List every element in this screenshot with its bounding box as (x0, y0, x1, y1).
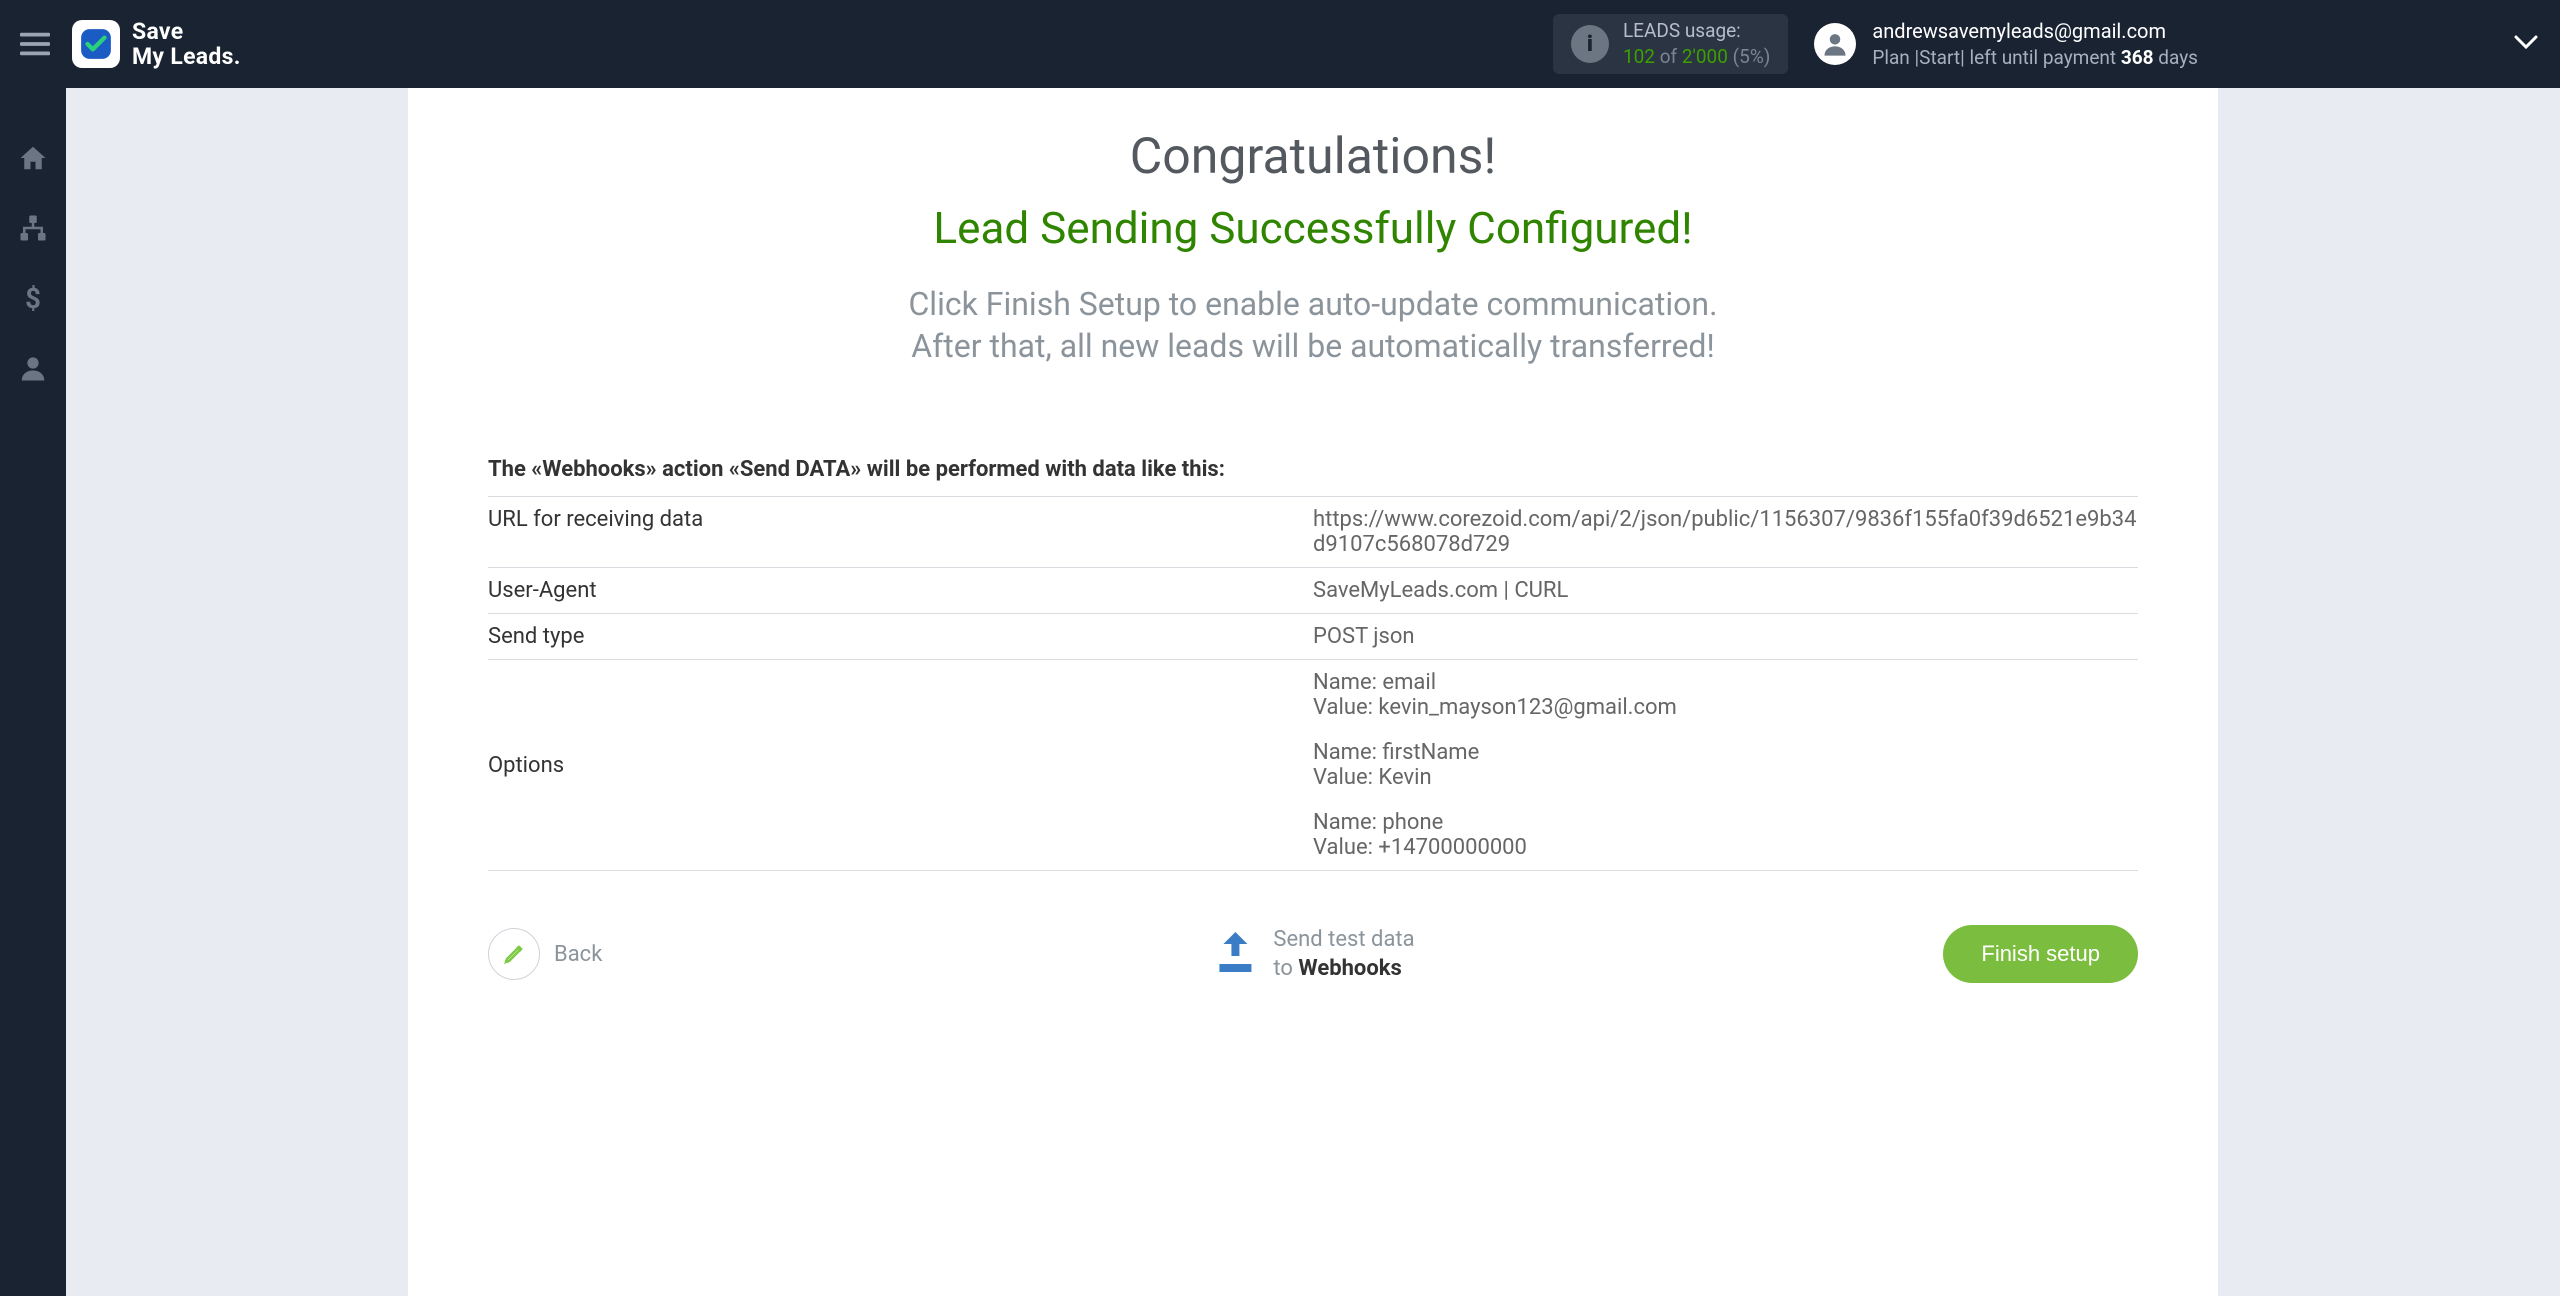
row-url-value: https://www.corezoid.com/api/2/json/publ… (1313, 507, 2138, 557)
back-button[interactable]: Back (488, 928, 602, 980)
pencil-icon (502, 942, 526, 966)
option-pair: Name: firstName Value: Kevin (1313, 740, 2138, 790)
app-logo[interactable]: Save My Leads. (72, 19, 241, 70)
sidebar-item-billing[interactable]: $ (13, 278, 53, 318)
main-area: Congratulations! Lead Sending Successful… (66, 88, 2560, 1296)
account-label: andrewsavemyleads@gmail.com Plan |Start|… (1872, 18, 2198, 69)
row-options: Options Name: email Value: kevin_mayson1… (488, 660, 2138, 871)
logo-icon (72, 20, 120, 68)
option-pair: Name: phone Value: +14700000000 (1313, 810, 2138, 860)
page-description: Click Finish Setup to enable auto-update… (488, 284, 2138, 367)
home-icon (18, 143, 48, 173)
row-url: URL for receiving data https://www.corez… (488, 497, 2138, 568)
avatar-icon (1814, 23, 1856, 65)
hamburger-icon (20, 32, 50, 56)
svg-text:$: $ (25, 283, 41, 313)
account-chevron (2214, 34, 2538, 54)
user-icon (18, 353, 48, 383)
data-preview-heading: The «Webhooks» action «Send DATA» will b… (488, 457, 2138, 497)
account-menu[interactable]: andrewsavemyleads@gmail.com Plan |Start|… (1814, 18, 2538, 69)
send-test-label: Send test data to Webhooks (1273, 925, 1414, 984)
row-ua-label: User-Agent (488, 578, 1313, 603)
page-subtitle-success: Lead Sending Successfully Configured! (488, 202, 2138, 254)
info-icon: i (1571, 25, 1609, 63)
row-sendtype-value: POST json (1313, 624, 2138, 649)
sidebar-item-connections[interactable] (13, 208, 53, 248)
topbar: Save My Leads. i LEADS usage: 102 of 2'0… (0, 0, 2560, 88)
leads-usage-text: LEADS usage: 102 of 2'000 (5%) (1623, 18, 1770, 69)
logo-text: Save My Leads. (132, 19, 241, 70)
page-title: Congratulations! (488, 128, 2138, 186)
row-send-type: Send type POST json (488, 614, 2138, 660)
sitemap-icon (18, 213, 48, 243)
menu-hamburger-button[interactable] (10, 19, 60, 69)
row-ua-value: SaveMyLeads.com | CURL (1313, 578, 2138, 603)
row-sendtype-label: Send type (488, 624, 1313, 649)
upload-icon (1211, 928, 1259, 980)
leads-usage-box[interactable]: i LEADS usage: 102 of 2'000 (5%) (1553, 14, 1788, 74)
dollar-icon: $ (18, 283, 48, 313)
row-options-value: Name: email Value: kevin_mayson123@gmail… (1313, 670, 2138, 860)
row-user-agent: User-Agent SaveMyLeads.com | CURL (488, 568, 2138, 614)
finish-setup-button[interactable]: Finish setup (1943, 925, 2138, 983)
row-options-label: Options (488, 753, 1313, 778)
card-footer: Back Send test data to Webhooks Finish s… (488, 925, 2138, 983)
chevron-down-icon (2514, 34, 2538, 50)
sidebar-item-home[interactable] (13, 138, 53, 178)
row-url-label: URL for receiving data (488, 507, 1313, 557)
pencil-icon-circle (488, 928, 540, 980)
sidebar: $ (0, 88, 66, 1296)
sidebar-item-account[interactable] (13, 348, 53, 388)
option-pair: Name: email Value: kevin_mayson123@gmail… (1313, 670, 2138, 720)
send-test-data-button[interactable]: Send test data to Webhooks (1211, 925, 1414, 984)
back-label: Back (554, 942, 602, 967)
setup-card: Congratulations! Lead Sending Successful… (408, 88, 2218, 1296)
